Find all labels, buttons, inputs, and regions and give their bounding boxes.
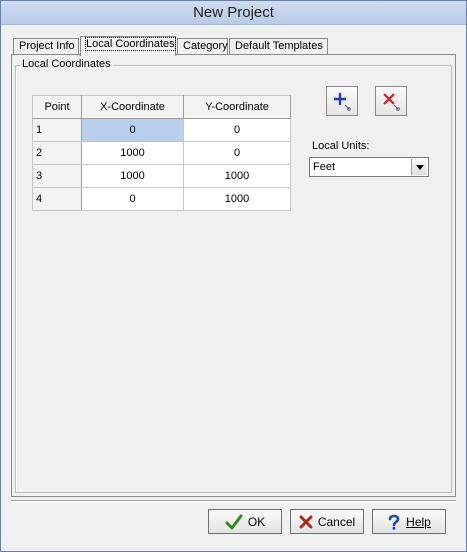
coordinates-table: Point X-Coordinate Y-Coordinate 1 0 0 2 … [32,95,291,211]
x-cell[interactable]: 1000 [81,164,184,188]
tab-project-info[interactable]: Project Info [13,38,79,55]
y-cell[interactable]: 1000 [183,187,291,211]
checkmark-icon [225,514,243,529]
local-units-value: Feet [313,161,336,173]
point-cell[interactable]: 1 [32,118,82,142]
table-row: 1 0 0 [32,118,291,142]
ok-label: OK [247,514,266,529]
help-label: Help [406,514,431,529]
ok-button[interactable]: OK [208,509,282,534]
tab-default-templates[interactable]: Default Templates [229,38,328,55]
add-point-button[interactable] [326,86,358,116]
y-cell[interactable]: 0 [183,141,291,165]
window-title: New Project [193,4,274,21]
separator [11,500,456,502]
local-units-label: Local Units: [312,140,370,152]
tab-local-coordinates[interactable]: Local Coordinates [80,36,176,56]
delete-point-icon [383,93,400,111]
point-cell[interactable]: 4 [32,187,82,211]
point-cell[interactable]: 2 [32,141,82,165]
group-label: Local Coordinates [20,58,113,70]
help-button[interactable]: Help [372,509,446,534]
column-header-y[interactable]: Y-Coordinate [183,95,291,119]
table-row: 2 1000 0 [32,141,291,165]
table-header-row: Point X-Coordinate Y-Coordinate [32,95,291,119]
tab-panel: Local Coordinates Point X-Coordinate Y-C… [11,54,456,497]
chevron-down-icon[interactable] [411,159,427,175]
tab-label: Category [183,40,228,52]
dialog-window: New Project Project Info Local Coordinat… [0,0,467,552]
y-cell[interactable]: 1000 [183,164,291,188]
tab-category[interactable]: Category [177,38,228,55]
delete-point-button[interactable] [375,86,407,116]
cancel-button[interactable]: Cancel [290,509,364,534]
local-coordinates-group: Local Coordinates Point X-Coordinate Y-C… [15,58,452,493]
add-point-icon [334,93,351,111]
y-cell[interactable]: 0 [183,118,291,142]
tab-label: Local Coordinates [85,37,176,51]
local-units-select[interactable]: Feet [309,157,429,177]
tab-label: Default Templates [235,40,323,52]
column-header-x[interactable]: X-Coordinate [81,95,184,119]
x-cell[interactable]: 1000 [81,141,184,165]
table-row: 3 1000 1000 [32,164,291,188]
x-mark-icon [299,515,313,528]
x-cell[interactable]: 0 [81,187,184,211]
title-bar: New Project [1,1,466,25]
table-row: 4 0 1000 [32,187,291,211]
cancel-label: Cancel [317,514,356,529]
column-header-point[interactable]: Point [32,95,82,119]
question-mark-icon [388,514,400,530]
tab-label: Project Info [19,40,75,52]
point-cell[interactable]: 3 [32,164,82,188]
x-cell[interactable]: 0 [81,118,184,142]
